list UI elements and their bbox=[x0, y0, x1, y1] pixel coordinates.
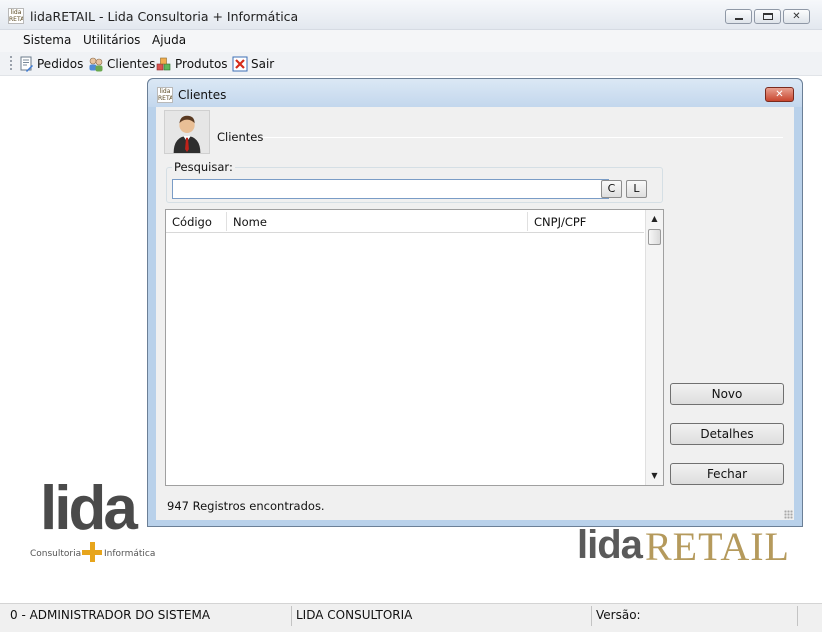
status-user: 0 - ADMINISTRADOR DO SISTEMA bbox=[10, 608, 211, 622]
search-input[interactable] bbox=[172, 179, 609, 199]
dialog-title: Clientes bbox=[178, 88, 227, 102]
window-title: lidaRETAIL - Lida Consultoria + Informát… bbox=[30, 9, 299, 24]
grid-header: Código Nome CNPJ/CPF bbox=[166, 210, 644, 233]
toolbar-pedidos-button[interactable]: Pedidos bbox=[18, 55, 83, 73]
clients-icon bbox=[89, 57, 103, 72]
dialog-body: Clientes Pesquisar: C L Código Nome CNPJ… bbox=[156, 107, 794, 520]
products-icon bbox=[156, 57, 171, 71]
toolbar-clientes-button[interactable]: Clientes bbox=[88, 55, 155, 73]
records-count: 947 Registros encontrados. bbox=[167, 499, 325, 513]
clientes-dialog: lida RETAIL Clientes ✕ Clientes Pesquisa… bbox=[147, 78, 803, 527]
close-button[interactable]: ✕ bbox=[783, 9, 810, 24]
column-header-cnpj-cpf[interactable]: CNPJ/CPF bbox=[528, 210, 644, 233]
toolbar-sair-button[interactable]: Sair bbox=[232, 55, 274, 73]
avatar bbox=[164, 110, 210, 154]
minimize-button[interactable] bbox=[725, 9, 752, 24]
retail-logo-lida: lida bbox=[577, 523, 643, 567]
clients-grid[interactable]: Código Nome CNPJ/CPF ▲ ▼ bbox=[165, 209, 664, 486]
status-company: LIDA CONSULTORIA bbox=[296, 608, 413, 622]
toolbar-pedidos-label: Pedidos bbox=[37, 57, 84, 71]
exit-icon bbox=[232, 56, 248, 72]
lida-logo: lida bbox=[40, 474, 138, 543]
search-c-button[interactable]: C bbox=[601, 180, 622, 198]
scroll-thumb[interactable] bbox=[648, 229, 661, 245]
close-icon: ✕ bbox=[792, 11, 801, 22]
grid-scrollbar[interactable]: ▲ ▼ bbox=[645, 210, 663, 485]
scroll-down-icon[interactable]: ▼ bbox=[646, 467, 663, 484]
maximize-icon bbox=[763, 13, 773, 20]
toolbar-sair-label: Sair bbox=[251, 57, 275, 71]
maximize-button[interactable] bbox=[754, 9, 781, 24]
orders-icon bbox=[20, 56, 33, 72]
column-header-nome[interactable]: Nome bbox=[227, 210, 527, 233]
toolbar: Pedidos Clientes Produtos Sair bbox=[0, 52, 822, 76]
dialog-close-button[interactable]: ✕ bbox=[765, 87, 794, 102]
column-header-codigo[interactable]: Código bbox=[166, 210, 226, 233]
plus-icon bbox=[82, 542, 102, 562]
toolbar-produtos-button[interactable]: Produtos bbox=[156, 55, 228, 73]
toolbar-grip[interactable] bbox=[10, 56, 12, 72]
menu-ajuda[interactable]: Ajuda bbox=[152, 33, 186, 47]
detalhes-button[interactable]: Detalhes bbox=[670, 423, 784, 445]
status-version: Versão: bbox=[596, 608, 641, 622]
retail-logo-word: RETAIL bbox=[645, 524, 790, 569]
search-l-button[interactable]: L bbox=[626, 180, 647, 198]
fechar-button[interactable]: Fechar bbox=[670, 463, 784, 485]
minimize-icon bbox=[735, 18, 743, 20]
person-icon bbox=[173, 115, 201, 153]
scroll-up-icon[interactable]: ▲ bbox=[646, 210, 663, 227]
menu-sistema[interactable]: Sistema bbox=[23, 33, 71, 47]
app-icon: lida RETAIL bbox=[8, 8, 24, 24]
status-separator bbox=[591, 606, 592, 626]
menu-utilitarios[interactable]: Utilitários bbox=[83, 33, 140, 47]
statusbar: 0 - ADMINISTRADOR DO SISTEMA LIDA CONSUL… bbox=[0, 603, 822, 632]
main-titlebar: lida RETAIL lidaRETAIL - Lida Consultori… bbox=[0, 0, 822, 30]
status-separator bbox=[797, 606, 798, 626]
close-icon: ✕ bbox=[775, 89, 784, 100]
toolbar-produtos-label: Produtos bbox=[175, 57, 228, 71]
dialog-app-icon: lida RETAIL bbox=[157, 87, 173, 103]
toolbar-clientes-label: Clientes bbox=[107, 57, 156, 71]
resize-grip[interactable] bbox=[784, 510, 793, 519]
lida-logo-subtitle-right: Informática bbox=[104, 549, 156, 559]
section-divider bbox=[263, 137, 783, 138]
dialog-titlebar[interactable]: lida RETAIL Clientes ✕ bbox=[148, 79, 802, 107]
menubar: Sistema Utilitários Ajuda bbox=[0, 30, 822, 52]
section-label: Clientes bbox=[217, 130, 264, 144]
status-separator bbox=[291, 606, 292, 626]
search-label: Pesquisar: bbox=[172, 160, 235, 174]
novo-button[interactable]: Novo bbox=[670, 383, 784, 405]
lida-logo-subtitle-left: Consultoria bbox=[30, 549, 82, 559]
